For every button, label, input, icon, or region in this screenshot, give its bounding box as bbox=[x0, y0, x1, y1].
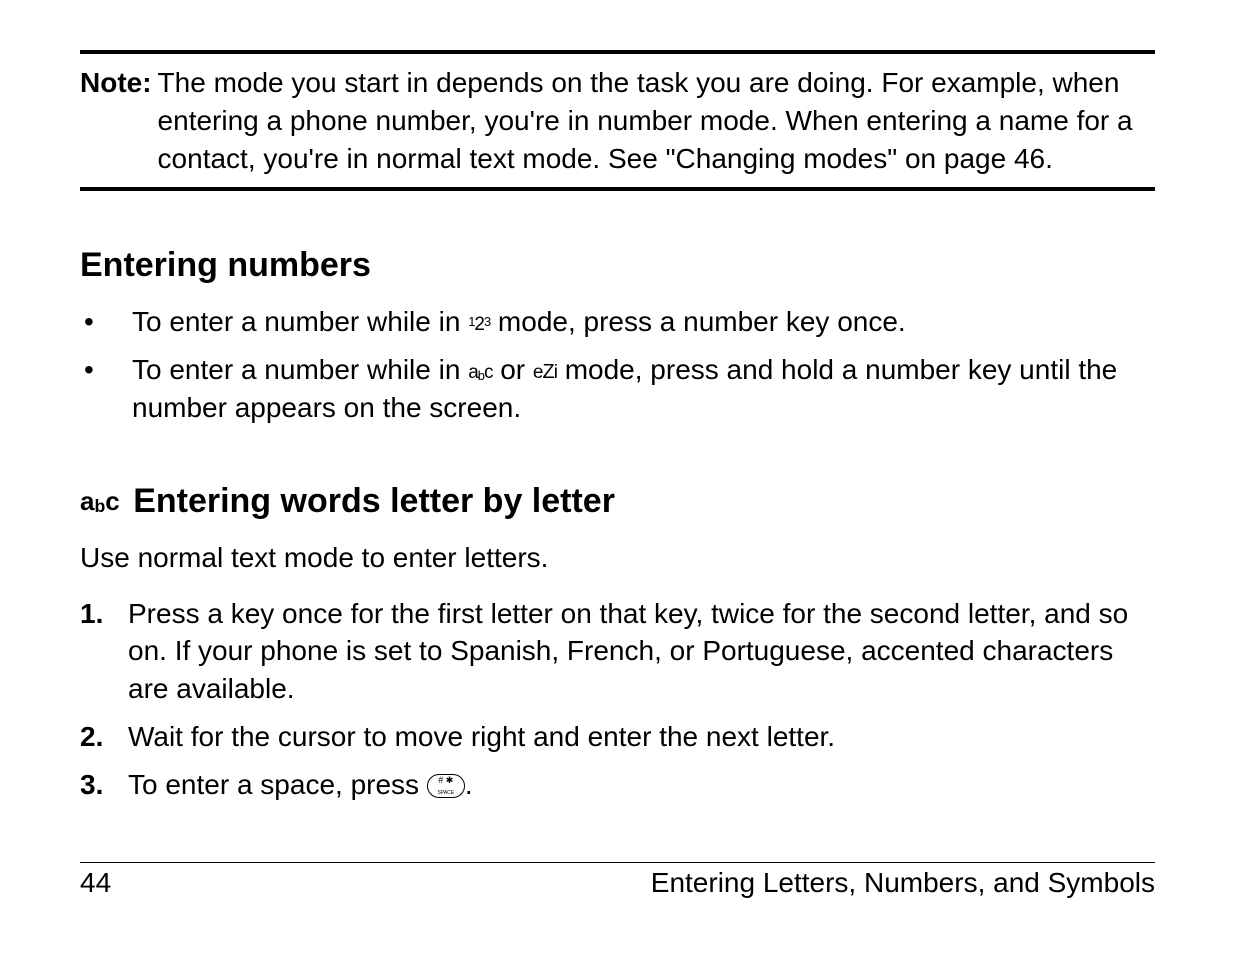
text-fragment: mode, press a number key once. bbox=[498, 306, 906, 337]
chapter-title: Entering Letters, Numbers, and Symbols bbox=[651, 867, 1155, 899]
text-fragment: . bbox=[465, 769, 473, 800]
list-item: • To enter a number while in abc or eZi … bbox=[80, 351, 1155, 427]
text-fragment: To enter a space, press bbox=[128, 769, 427, 800]
list-item: 3. To enter a space, press . bbox=[80, 766, 1155, 804]
manual-page: Note: The mode you start in depends on t… bbox=[0, 0, 1235, 954]
section-intro: Use normal text mode to enter letters. bbox=[80, 539, 1155, 577]
step-text: Press a key once for the first letter on… bbox=[128, 595, 1155, 708]
step-number: 3. bbox=[80, 766, 128, 804]
heading-entering-numbers: Entering numbers bbox=[80, 246, 1155, 285]
numbered-list-letters: 1. Press a key once for the first letter… bbox=[80, 595, 1155, 804]
list-item: • To enter a number while in 123 mode, p… bbox=[80, 303, 1155, 341]
bullet-list-numbers: • To enter a number while in 123 mode, p… bbox=[80, 303, 1155, 426]
heading-entering-words: abc Entering words letter by letter bbox=[80, 482, 1155, 521]
page-number: 44 bbox=[80, 867, 111, 899]
mode-ezi-icon: eZi bbox=[533, 363, 557, 383]
step-text: Wait for the cursor to move right and en… bbox=[128, 718, 1155, 756]
note-label: Note: bbox=[80, 64, 158, 177]
text-fragment: To enter a number while in bbox=[132, 354, 468, 385]
mode-abc-icon: abc bbox=[80, 488, 120, 516]
list-item: 1. Press a key once for the first letter… bbox=[80, 595, 1155, 708]
bullet-marker: • bbox=[80, 303, 132, 341]
text-fragment: or bbox=[500, 354, 533, 385]
text-fragment: To enter a number while in bbox=[132, 306, 468, 337]
step-number: 2. bbox=[80, 718, 128, 756]
heading-text: Entering words letter by letter bbox=[133, 482, 615, 520]
space-key-icon bbox=[427, 774, 465, 798]
mode-abc-icon: abc bbox=[468, 363, 492, 383]
note-box: Note: The mode you start in depends on t… bbox=[80, 50, 1155, 191]
step-number: 1. bbox=[80, 595, 128, 708]
list-item: 2. Wait for the cursor to move right and… bbox=[80, 718, 1155, 756]
bullet-marker: • bbox=[80, 351, 132, 427]
note-text: The mode you start in depends on the tas… bbox=[158, 64, 1155, 177]
mode-123-icon: 123 bbox=[468, 315, 490, 334]
page-footer: 44 Entering Letters, Numbers, and Symbol… bbox=[80, 862, 1155, 899]
